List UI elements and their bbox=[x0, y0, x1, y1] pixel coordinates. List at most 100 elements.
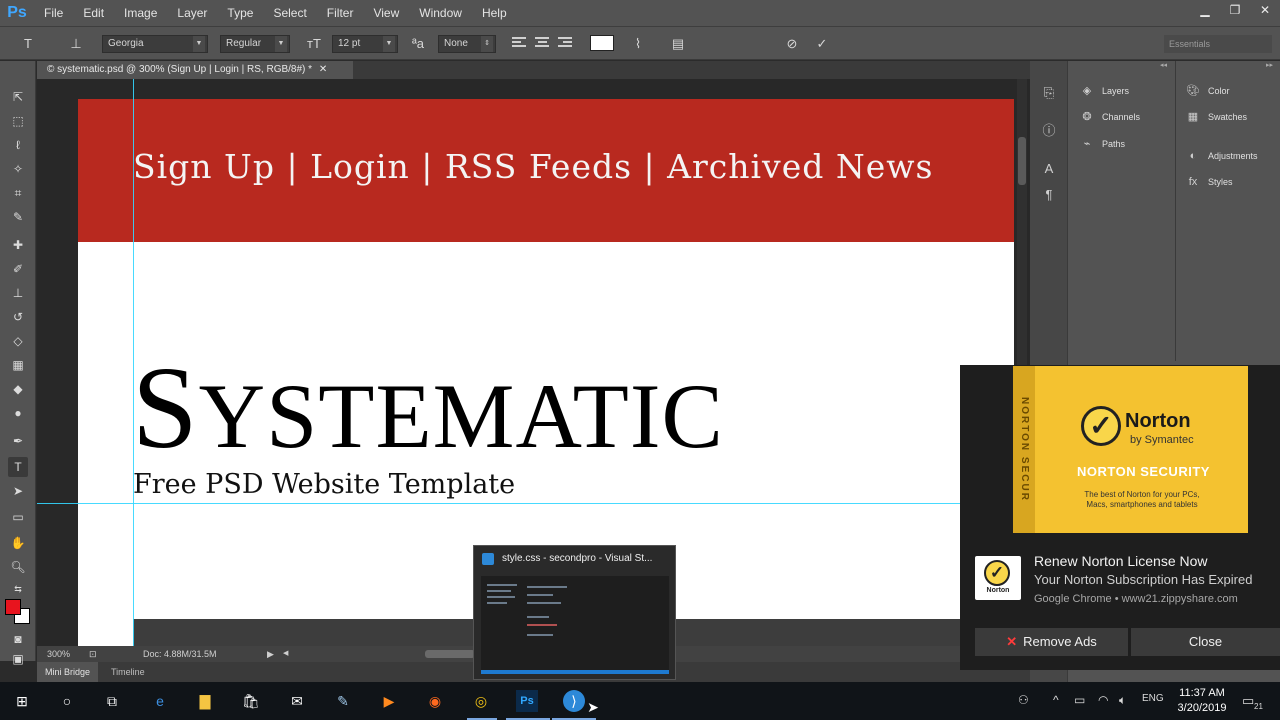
site-subtitle[interactable]: Free PSD Website Template bbox=[133, 469, 515, 500]
language-indicator[interactable]: ENG bbox=[1142, 693, 1164, 704]
scrollbar-thumb[interactable] bbox=[1018, 137, 1026, 185]
status-info-icon[interactable]: ⊡ bbox=[89, 646, 97, 662]
marquee-tool-icon[interactable]: ⬚ bbox=[8, 111, 28, 131]
crop-tool-icon[interactable]: ⌗ bbox=[8, 183, 28, 203]
mail-icon[interactable]: ✉ bbox=[286, 690, 308, 712]
text-color-swatch[interactable] bbox=[590, 35, 614, 51]
task-view-icon[interactable]: ⧉ bbox=[101, 690, 123, 712]
site-title[interactable]: SYSTEMATIC bbox=[132, 349, 724, 467]
pen-tool-icon[interactable]: ✒ bbox=[8, 431, 28, 451]
vertical-guide[interactable] bbox=[133, 79, 134, 646]
commit-check-icon[interactable]: ✓ bbox=[812, 35, 832, 53]
warp-text-icon[interactable]: ⌇ bbox=[628, 35, 648, 53]
chrome-icon[interactable]: ◎ bbox=[470, 690, 492, 712]
move-tool-icon[interactable]: ⇱ bbox=[8, 87, 28, 107]
font-size-select[interactable]: 12 pt ▼ bbox=[332, 35, 398, 53]
wifi-icon[interactable]: ◠ bbox=[1098, 693, 1108, 707]
panel-channels[interactable]: ❂ Channels bbox=[1078, 107, 1140, 127]
document-tab[interactable]: © systematic.psd @ 300% (Sign Up | Login… bbox=[37, 61, 353, 79]
menu-window[interactable]: Window bbox=[409, 0, 472, 26]
align-left-icon[interactable] bbox=[512, 37, 528, 51]
minimize-icon[interactable]: ▁ bbox=[1190, 0, 1220, 20]
character-panel-icon[interactable]: A bbox=[1041, 161, 1057, 177]
font-family-select[interactable]: Georgia ▼ bbox=[102, 35, 208, 53]
align-center-icon[interactable] bbox=[535, 37, 551, 51]
zoom-tool-icon[interactable]: 🔍︎ bbox=[8, 557, 28, 577]
cancel-icon[interactable]: ⊘ bbox=[782, 35, 802, 53]
close-tab-icon[interactable]: ✕ bbox=[319, 64, 327, 75]
eyedropper-tool-icon[interactable]: ✎ bbox=[8, 207, 28, 227]
foreground-color[interactable] bbox=[5, 599, 21, 615]
type-tool-preset-icon[interactable]: T bbox=[18, 35, 38, 53]
align-right-icon[interactable] bbox=[558, 37, 574, 51]
notification-title[interactable]: Renew Norton License Now bbox=[1034, 553, 1208, 569]
swap-colors-icon[interactable]: ⇆ bbox=[8, 579, 28, 599]
cortana-icon[interactable]: ○ bbox=[56, 690, 78, 712]
tab-timeline[interactable]: Timeline bbox=[103, 662, 153, 682]
horizontal-guide[interactable] bbox=[37, 503, 1030, 504]
close-icon[interactable]: ✕ bbox=[1250, 0, 1280, 20]
edge-browser-icon[interactable]: e bbox=[149, 690, 171, 712]
dodge-tool-icon[interactable]: ● bbox=[8, 403, 28, 423]
hand-tool-icon[interactable]: ✋ bbox=[8, 533, 28, 553]
menu-image[interactable]: Image bbox=[114, 0, 167, 26]
remove-ads-button[interactable]: ✕ Remove Ads bbox=[975, 628, 1128, 656]
blur-tool-icon[interactable]: ◆ bbox=[8, 379, 28, 399]
healing-brush-tool-icon[interactable]: ✚ bbox=[8, 235, 28, 255]
firefox-icon[interactable]: ◉ bbox=[424, 690, 446, 712]
info-panel-icon[interactable]: ⓘ bbox=[1041, 123, 1057, 139]
menu-select[interactable]: Select bbox=[263, 0, 316, 26]
header-nav-text[interactable]: Sign Up | Login | RSS Feeds | Archived N… bbox=[133, 147, 933, 186]
paragraph-panel-icon[interactable]: ¶ bbox=[1041, 187, 1057, 203]
clone-stamp-tool-icon[interactable]: ⊥ bbox=[8, 283, 28, 303]
menu-edit[interactable]: Edit bbox=[73, 0, 114, 26]
history-brush-tool-icon[interactable]: ↺ bbox=[8, 307, 28, 327]
clock[interactable]: 11:37 AM 3/20/2019 bbox=[1172, 686, 1232, 716]
people-icon[interactable]: ⚇ bbox=[1018, 693, 1029, 707]
menu-file[interactable]: File bbox=[34, 0, 73, 26]
screen-mode-icon[interactable]: ▣ bbox=[8, 649, 28, 669]
file-explorer-icon[interactable]: ▇ bbox=[194, 690, 216, 712]
eraser-tool-icon[interactable]: ◇ bbox=[8, 331, 28, 351]
character-panel-icon[interactable]: ▤ bbox=[668, 35, 688, 53]
menu-type[interactable]: Type bbox=[217, 0, 263, 26]
preview-image[interactable] bbox=[481, 576, 669, 674]
restore-icon[interactable]: ❐ bbox=[1220, 0, 1250, 20]
panel-styles[interactable]: fx Styles bbox=[1184, 172, 1233, 192]
menu-filter[interactable]: Filter bbox=[317, 0, 364, 26]
notification-close-button[interactable]: Close bbox=[1131, 628, 1280, 656]
taskbar-window-preview[interactable]: style.css - secondpro - Visual St... bbox=[473, 545, 676, 680]
horizontal-scrollbar-thumb[interactable] bbox=[425, 650, 475, 658]
action-center-icon[interactable]: ▭ bbox=[1242, 693, 1254, 709]
collapse-panels-icon[interactable]: ◂◂ bbox=[1160, 61, 1167, 69]
lasso-tool-icon[interactable]: ℓ bbox=[8, 135, 28, 155]
type-tool-icon[interactable]: T bbox=[8, 457, 28, 477]
rectangle-tool-icon[interactable]: ▭ bbox=[8, 507, 28, 527]
gradient-tool-icon[interactable]: ▦ bbox=[8, 355, 28, 375]
panel-color[interactable]: 🎨︎ Color bbox=[1184, 81, 1230, 101]
store-icon[interactable]: 🛍︎ bbox=[240, 690, 262, 712]
zoom-level[interactable]: 300% bbox=[47, 646, 70, 662]
history-panel-icon[interactable]: ⎘ bbox=[1041, 85, 1057, 101]
network-devices-icon[interactable]: ▭ bbox=[1074, 693, 1085, 707]
status-menu-arrow-icon[interactable]: ▶ bbox=[267, 646, 274, 662]
brush-tool-icon[interactable]: ✐ bbox=[8, 259, 28, 279]
antialias-select[interactable]: None ⇕ bbox=[438, 35, 496, 53]
photoshop-taskbar-icon[interactable]: Ps bbox=[516, 690, 538, 712]
panel-swatches[interactable]: ▦ Swatches bbox=[1184, 107, 1247, 127]
text-orientation-icon[interactable]: ⊥ bbox=[66, 35, 86, 53]
notepad-icon[interactable]: ✎ bbox=[332, 690, 354, 712]
font-style-select[interactable]: Regular ▼ bbox=[220, 35, 290, 53]
expand-panels-icon[interactable]: ▸▸ bbox=[1266, 61, 1273, 69]
windows-start-icon[interactable]: ⊞ bbox=[11, 690, 33, 712]
panel-layers[interactable]: ◈ Layers bbox=[1078, 81, 1129, 101]
scroll-left-icon[interactable]: ◀ bbox=[283, 646, 288, 662]
magic-wand-tool-icon[interactable]: ✧ bbox=[8, 159, 28, 179]
show-hidden-icons-icon[interactable]: ^ bbox=[1053, 693, 1059, 707]
media-player-icon[interactable]: ▶ bbox=[378, 690, 400, 712]
menu-help[interactable]: Help bbox=[472, 0, 517, 26]
menu-layer[interactable]: Layer bbox=[167, 0, 217, 26]
volume-icon[interactable]: 🔈︎ bbox=[1119, 693, 1126, 708]
tab-mini-bridge[interactable]: Mini Bridge bbox=[37, 662, 99, 682]
quick-mask-icon[interactable]: ◙ bbox=[8, 629, 28, 649]
